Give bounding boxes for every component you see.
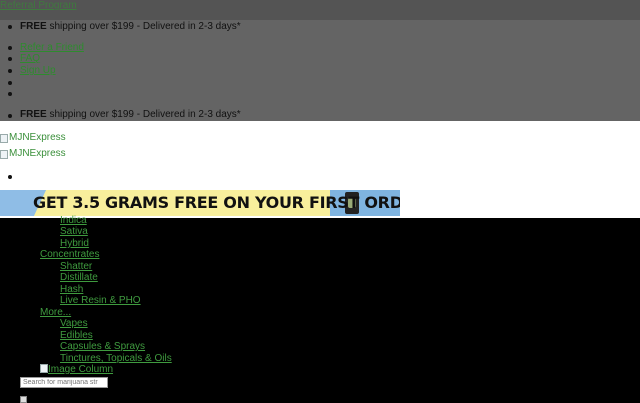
menu-item-capsules-sprays[interactable]: Capsules & Sprays — [60, 341, 145, 353]
list-bullet — [8, 114, 12, 118]
list-bullet — [8, 81, 12, 85]
menu-item-live-resin[interactable]: Live Resin & PHO — [60, 295, 141, 307]
list-bullet — [8, 25, 12, 29]
list-bullet — [8, 57, 12, 61]
sign-up-link[interactable]: Sign Up — [20, 65, 56, 77]
menu-item-image-column[interactable]: Image Column — [40, 364, 113, 376]
logo-link[interactable]: MJNExpress — [0, 132, 66, 144]
shipping-bold: FREE — [20, 109, 47, 120]
promo-banner[interactable]: GET 3.5 GRAMS FREE ON YOUR FIRST ORDER — [0, 190, 400, 216]
banner-text: GET 3.5 GRAMS FREE ON YOUR FIRST ORDER — [33, 193, 400, 212]
broken-image-icon — [0, 133, 8, 143]
menu-item-vapes[interactable]: Vapes — [60, 318, 88, 330]
search-input[interactable] — [20, 377, 108, 388]
shipping-notice-bottom: FREE shipping over $199 - Delivered in 2… — [20, 109, 241, 121]
list-bullet — [8, 69, 12, 73]
shipping-bold: FREE — [20, 21, 47, 32]
shipping-text: shipping over $199 - Delivered in 2-3 da… — [46, 109, 241, 120]
shipping-text: shipping over $199 - Delivered in 2-3 da… — [46, 21, 241, 32]
list-bullet — [8, 175, 12, 179]
menu-item-distillate[interactable]: Distillate — [60, 272, 98, 284]
shipping-notice-top: FREE shipping over $199 - Delivered in 2… — [20, 21, 241, 33]
broken-image-icon — [40, 364, 48, 373]
broken-image-icon — [0, 149, 8, 159]
logo-link-secondary[interactable]: MJNExpress — [0, 148, 66, 160]
logo-alt-text: MJNExpress — [9, 132, 66, 143]
image-column-alt-text: Image Column — [48, 364, 114, 375]
list-bullet — [8, 92, 12, 96]
logo-alt-text: MJNExpress — [9, 148, 66, 159]
top-bar-link[interactable]: Referral Program — [0, 0, 77, 11]
top-bar: Referral Program — [0, 0, 640, 20]
menu-item-sativa[interactable]: Sativa — [60, 226, 88, 238]
list-bullet — [8, 46, 12, 50]
faq-link[interactable]: FAQ — [20, 53, 40, 65]
menu-item-concentrates[interactable]: Concentrates — [40, 249, 99, 261]
